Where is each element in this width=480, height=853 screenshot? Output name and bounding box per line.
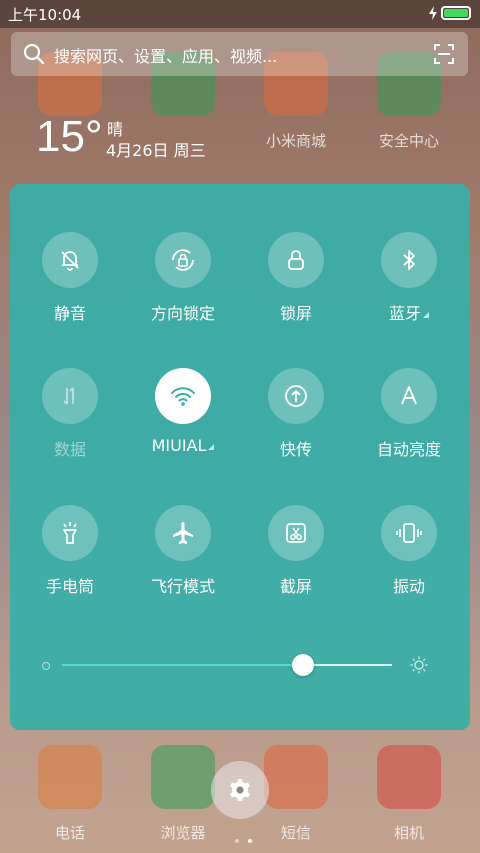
expand-corner-icon[interactable] bbox=[423, 312, 429, 318]
page-dot bbox=[235, 839, 239, 843]
toggle-label: 手电筒 bbox=[45, 577, 94, 596]
toggle-lock-screen[interactable]: 锁屏 bbox=[240, 232, 352, 344]
toggle-vibrate[interactable]: 振动 bbox=[353, 505, 465, 617]
brightness-track[interactable] bbox=[62, 664, 392, 666]
toggle-bluetooth-button[interactable] bbox=[381, 232, 437, 288]
page-indicator bbox=[233, 828, 254, 847]
toggle-label: 快传 bbox=[279, 440, 312, 459]
toggle-label: 振动 bbox=[392, 577, 425, 596]
settings-button[interactable] bbox=[211, 761, 269, 819]
toggle-label: 静音 bbox=[53, 304, 86, 323]
toggle-mobile-data[interactable]: 数据 bbox=[14, 368, 126, 480]
toggle-airplane[interactable]: 飞行模式 bbox=[127, 505, 239, 617]
gear-icon bbox=[230, 779, 250, 801]
toggle-flashlight-button[interactable] bbox=[42, 505, 98, 561]
vibrate-icon bbox=[396, 523, 422, 543]
mobile-data-icon bbox=[63, 387, 74, 405]
airplane-icon bbox=[173, 522, 193, 544]
quick-settings-panel: 静音 方向锁定 锁屏 蓝牙 数据 MIUIAL 快传 自动亮度 手电筒 飞行模式… bbox=[10, 184, 470, 730]
toggle-auto-brightness-button[interactable] bbox=[381, 368, 437, 424]
search-icon bbox=[23, 43, 45, 65]
toggle-auto-brightness[interactable]: 自动亮度 bbox=[353, 368, 465, 480]
toggle-label: 自动亮度 bbox=[376, 440, 441, 459]
toggle-label: 截屏 bbox=[279, 577, 312, 596]
toggle-label: 蓝牙 bbox=[353, 300, 465, 324]
background-app-label: 安全中心 bbox=[378, 132, 439, 150]
background-app-icon bbox=[377, 745, 441, 809]
bluetooth-icon bbox=[403, 250, 415, 270]
wifi-icon bbox=[171, 387, 195, 406]
toggle-rotation-lock-button[interactable] bbox=[155, 232, 211, 288]
weather-temperature: 15° bbox=[36, 112, 103, 161]
toggle-screenshot-button[interactable] bbox=[268, 505, 324, 561]
screenshot-scissors-icon bbox=[286, 523, 306, 543]
status-time: 上午10:04 bbox=[8, 6, 82, 24]
search-bar[interactable]: 搜索网页、设置、应用、视频... bbox=[11, 32, 468, 76]
charging-icon bbox=[429, 6, 437, 20]
status-bar: 上午10:04 bbox=[0, 0, 480, 28]
bell-off-icon bbox=[61, 251, 79, 271]
scan-icon[interactable] bbox=[434, 44, 454, 64]
auto-brightness-icon bbox=[401, 386, 417, 405]
share-upload-icon bbox=[285, 385, 307, 407]
background-app-icon bbox=[38, 745, 102, 809]
toggle-vibrate-button[interactable] bbox=[381, 505, 437, 561]
toggle-label: 数据 bbox=[53, 440, 86, 459]
toggle-quick-transfer[interactable]: 快传 bbox=[240, 368, 352, 480]
brightness-high-icon bbox=[410, 656, 428, 674]
background-app-label: 电话 bbox=[54, 824, 85, 842]
background-app-label: 浏览器 bbox=[160, 824, 206, 842]
brightness-slider[interactable] bbox=[40, 650, 430, 680]
background-app-label: 相机 bbox=[393, 824, 424, 842]
battery-icon bbox=[441, 6, 471, 20]
brightness-low-icon bbox=[42, 662, 50, 670]
search-input[interactable]: 搜索网页、设置、应用、视频... bbox=[54, 43, 277, 67]
brightness-thumb[interactable] bbox=[291, 654, 314, 676]
background-app-icon bbox=[151, 745, 215, 809]
toggle-label-text: 蓝牙 bbox=[388, 304, 421, 323]
toggle-wifi[interactable]: MIUIAL bbox=[127, 368, 239, 480]
toggle-airplane-button[interactable] bbox=[155, 505, 211, 561]
toggle-rotation-lock[interactable]: 方向锁定 bbox=[127, 232, 239, 344]
page-dot-active bbox=[248, 839, 253, 843]
toggle-silent-button[interactable] bbox=[42, 232, 98, 288]
weather-date: 4月26日 周三 bbox=[106, 141, 206, 160]
background-app-label: 短信 bbox=[280, 824, 311, 842]
flashlight-icon bbox=[63, 522, 77, 544]
toggle-bluetooth[interactable]: 蓝牙 bbox=[353, 232, 465, 344]
toggle-quick-transfer-button[interactable] bbox=[268, 368, 324, 424]
toggle-screenshot[interactable]: 截屏 bbox=[240, 505, 352, 617]
toggle-lock-screen-button[interactable] bbox=[268, 232, 324, 288]
expand-corner-icon[interactable] bbox=[208, 444, 215, 450]
toggle-mobile-data-button[interactable] bbox=[42, 368, 98, 424]
toggle-label: 锁屏 bbox=[279, 304, 312, 323]
rotation-lock-icon bbox=[172, 249, 194, 271]
toggle-wifi-button[interactable] bbox=[155, 368, 211, 424]
brightness-fill bbox=[62, 664, 303, 666]
toggle-label: 方向锁定 bbox=[150, 304, 215, 323]
toggle-label: MIUIAL bbox=[127, 436, 239, 455]
lock-icon bbox=[288, 250, 304, 270]
toggle-silent[interactable]: 静音 bbox=[14, 232, 126, 344]
toggle-flashlight[interactable]: 手电筒 bbox=[14, 505, 126, 617]
background-app-label: 小米商城 bbox=[265, 132, 326, 150]
toggle-label-text: MIUIAL bbox=[151, 436, 207, 455]
toggle-label: 飞行模式 bbox=[150, 577, 215, 596]
background-app-icon bbox=[264, 745, 328, 809]
